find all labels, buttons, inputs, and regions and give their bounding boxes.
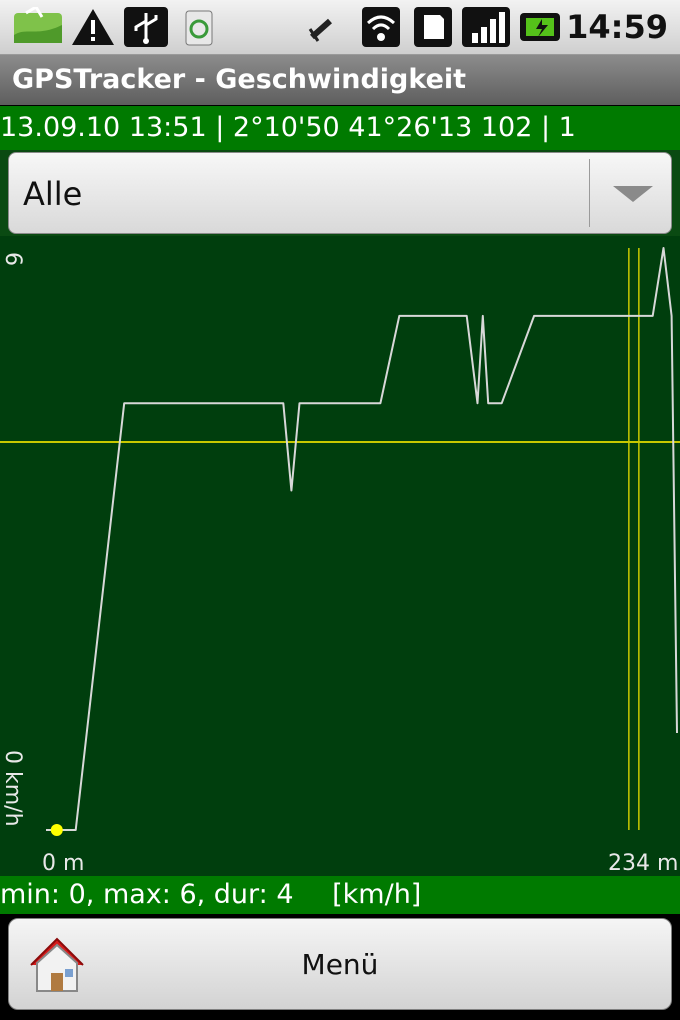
satellite-icon[interactable]: [304, 7, 338, 47]
filter-selected-value: Alle: [23, 175, 83, 213]
chevron-down-icon[interactable]: [613, 186, 653, 202]
speed-chart-svg: 6 0 km/h 0 m 234 m: [0, 247, 680, 876]
recycle-app-icon[interactable]: [182, 7, 216, 47]
usb-icon[interactable]: [124, 7, 168, 47]
wifi-icon[interactable]: [362, 7, 400, 47]
filter-spinner[interactable]: Alle: [8, 152, 672, 234]
stats-line: min: 0, max: 6, dur: 4 [km/h]: [0, 876, 680, 914]
stats-unit: [km/h]: [332, 879, 422, 910]
menu-button-label: Menü: [301, 948, 379, 981]
battery-charging-icon[interactable]: [520, 7, 564, 47]
speed-chart: 6 0 km/h 0 m 234 m: [0, 236, 680, 876]
status-time: 14:59: [566, 8, 668, 46]
warning-icon[interactable]: [70, 7, 116, 47]
x-end-label: 234 m: [608, 851, 678, 876]
start-point-marker: [50, 824, 63, 836]
sd-card-icon[interactable]: [414, 7, 452, 47]
menu-button[interactable]: Menü: [8, 918, 672, 1010]
x-start-label: 0 m: [42, 851, 84, 876]
y-min-label: 0 km/h: [0, 750, 25, 827]
speed-series-line-1: [46, 247, 678, 831]
app-title: GPSTracker - Geschwindigkeit: [0, 55, 680, 105]
y-max-label: 6: [0, 252, 25, 266]
status-bar: 14:59: [0, 0, 680, 55]
spinner-divider: [589, 159, 590, 227]
signal-icon[interactable]: [462, 7, 510, 47]
gps-info-line: 13.09.10 13:51 | 2°10'50 41°26'13 102 | …: [0, 106, 680, 150]
map-notification-icon[interactable]: [12, 7, 64, 47]
stats-values: min: 0, max: 6, dur: 4: [0, 879, 294, 910]
